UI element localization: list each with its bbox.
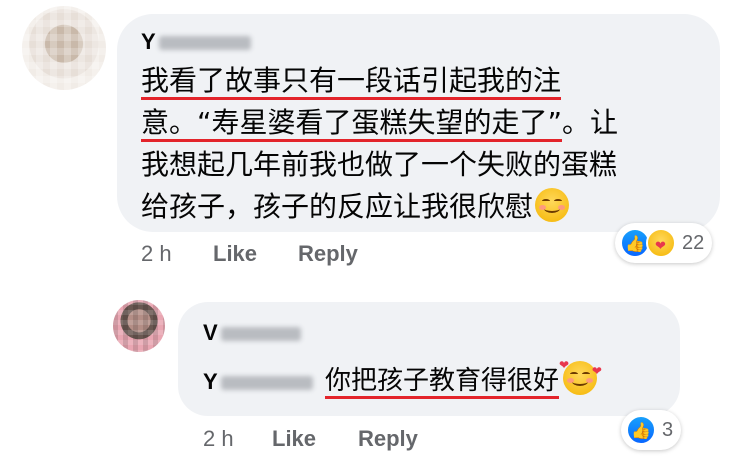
redacted-name (158, 36, 251, 51)
smiling-face-icon (535, 188, 570, 222)
comment-line: 意。“寿星婆看了蛋糕失望的走了”。让 (141, 102, 706, 144)
avatar[interactable] (22, 6, 106, 90)
comment-time[interactable]: 2 h (141, 241, 172, 267)
comment-text: 我看了故事只有一段话引起我的注 意。“寿星婆看了蛋糕失望的走了”。让 我想起几年… (141, 60, 706, 228)
reply-button[interactable]: Reply (298, 241, 358, 267)
comment-line: 我看了故事只有一段话引起我的注 (141, 60, 706, 102)
underlined-text: 意。“寿星婆看了蛋糕失望的走了” (141, 106, 563, 142)
reply-text: Y 你把孩子教育得很好 ❤ ❤ (203, 359, 602, 403)
like-icon: 👍 (626, 415, 656, 445)
author-initial: Y (141, 29, 156, 54)
reaction-summary[interactable]: 👍 3 (621, 410, 682, 450)
reply-author-name[interactable]: V (203, 320, 301, 346)
line-text: 。让 (562, 106, 619, 139)
comment-line: 给孩子，孩子的反应让我很欣慰 (141, 186, 706, 228)
like-button[interactable]: Like (213, 241, 257, 267)
like-button[interactable]: Like (272, 426, 316, 452)
like-label: Like (272, 426, 317, 451)
comment-line: 我想起几年前我也做了一个失败的蛋糕 (141, 144, 706, 186)
redacted-name (220, 327, 301, 342)
reply-label: Reply (298, 241, 358, 266)
like-label: Like (213, 241, 258, 266)
avatar[interactable] (113, 300, 165, 352)
mention-link[interactable]: Y (203, 369, 313, 394)
reply-time[interactable]: 2 h (203, 426, 234, 452)
care-icon: ❤ (646, 228, 676, 258)
reply-label: Reply (358, 426, 418, 451)
reply-button[interactable]: Reply (358, 426, 418, 452)
smiling-face-with-hearts-icon: ❤ ❤ (559, 359, 602, 395)
underlined-text: 你把孩子教育得很好 (324, 366, 559, 399)
line-text: 给孩子，孩子的反应让我很欣慰 (141, 190, 534, 223)
comment-author-name[interactable]: Y (141, 29, 251, 55)
reaction-summary[interactable]: 👍 ❤ 22 (615, 223, 713, 263)
redacted-name (220, 376, 313, 391)
reaction-count: 22 (682, 231, 705, 254)
underlined-text: 我看了故事只有一段话引起我的注 (141, 64, 562, 100)
author-initial: V (203, 320, 218, 345)
reaction-count: 3 (662, 418, 674, 441)
mention-initial: Y (203, 369, 218, 394)
line-text: 我想起几年前我也做了一个失败的蛋糕 (141, 148, 618, 181)
